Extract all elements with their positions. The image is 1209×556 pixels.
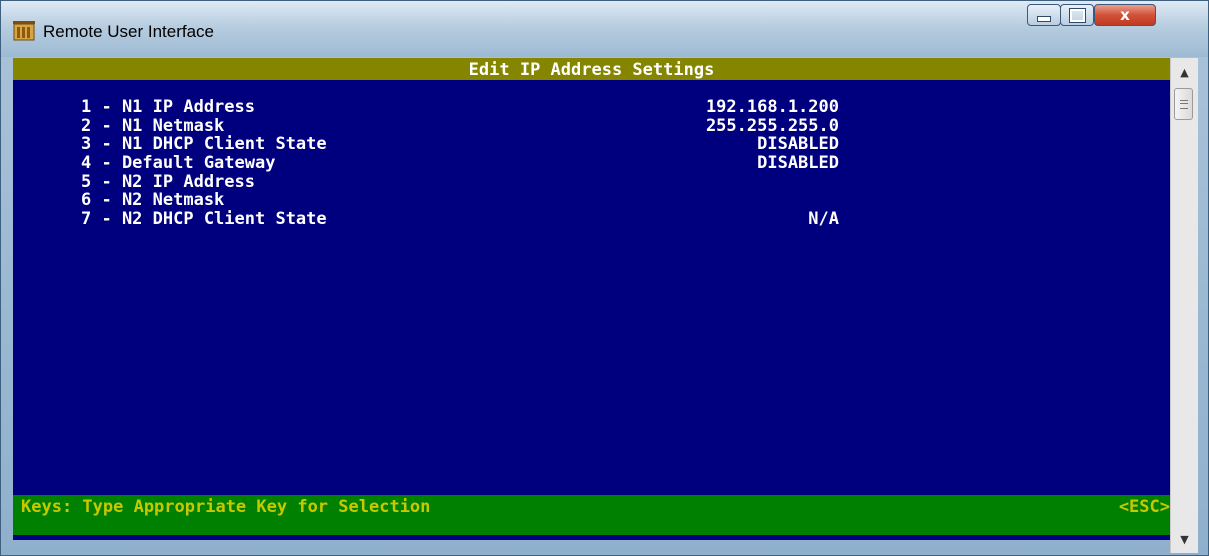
menu-item-value: 255.255.255.0 — [705, 115, 839, 136]
menu-item-value: DISABLED — [757, 153, 839, 174]
app-icon — [13, 21, 35, 41]
menu-item-value: N/A — [808, 209, 839, 230]
menu-item-n2-netmask[interactable]: 6 - N2 Netmask — [81, 191, 224, 210]
menu-item-label: 5 - N2 IP Address — [81, 171, 255, 192]
menu-item-label: 1 - N1 IP Address — [81, 97, 255, 117]
menu-item-n2-ip-address[interactable]: 5 - N2 IP Address — [81, 173, 255, 192]
arrow-down-icon: ▼ — [1180, 532, 1189, 546]
scroll-down-button[interactable]: ▼ — [1171, 527, 1198, 551]
settings-menu: 1 - N1 IP Address 192.168.1.200 2 - N1 N… — [81, 98, 839, 229]
minimize-icon — [1037, 16, 1051, 22]
arrow-up-icon: ▲ — [1180, 65, 1189, 79]
close-icon: x — [1120, 6, 1130, 24]
key-help-bar: Keys: Type Appropriate Key for Selection… — [13, 495, 1170, 535]
menu-item-default-gateway[interactable]: 4 - Default Gateway DISABLED — [81, 154, 839, 173]
grip-icon — [1179, 99, 1188, 109]
screen-header-bar: Edit IP Address Settings — [13, 58, 1170, 80]
maximize-icon — [1068, 7, 1086, 23]
scroll-thumb[interactable] — [1174, 88, 1193, 120]
menu-item-n1-netmask[interactable]: 2 - N1 Netmask 255.255.255.0 — [81, 116, 839, 136]
menu-item-value: 192.168.1.200 — [705, 97, 839, 117]
menu-item-label: 2 - N1 Netmask — [81, 115, 225, 136]
menu-item-n1-dhcp-client-state[interactable]: 3 - N1 DHCP Client State DISABLED — [81, 135, 839, 154]
title-bar[interactable]: Remote User Interface x — [1, 1, 1208, 57]
vertical-scrollbar[interactable]: ▲ ▼ — [1170, 58, 1198, 553]
menu-item-value: DISABLED — [757, 134, 839, 155]
menu-item-label: 3 - N1 DHCP Client State — [81, 134, 327, 155]
menu-item-label: 6 - N2 Netmask — [81, 190, 225, 211]
app-window: Remote User Interface x Edit IP Address … — [0, 0, 1209, 556]
window-title: Remote User Interface — [43, 22, 215, 41]
esc-key-hint[interactable]: <ESC> — [1119, 497, 1170, 517]
menu-item-label: 7 - N2 DHCP Client State — [81, 209, 327, 230]
menu-item-label: 4 - Default Gateway — [81, 153, 276, 174]
key-help-text: Keys: Type Appropriate Key for Selection — [21, 497, 431, 517]
close-button[interactable]: x — [1094, 4, 1156, 26]
menu-item-n1-ip-address[interactable]: 1 - N1 IP Address 192.168.1.200 — [81, 98, 839, 117]
menu-item-n2-dhcp-client-state[interactable]: 7 - N2 DHCP Client State N/A — [81, 210, 839, 229]
maximize-button[interactable] — [1060, 4, 1094, 26]
screen-title: Edit IP Address Settings — [468, 60, 715, 80]
scroll-up-button[interactable]: ▲ — [1171, 60, 1198, 84]
minimize-button[interactable] — [1027, 4, 1061, 26]
terminal-screen[interactable]: Edit IP Address Settings 1 - N1 IP Addre… — [13, 58, 1170, 540]
